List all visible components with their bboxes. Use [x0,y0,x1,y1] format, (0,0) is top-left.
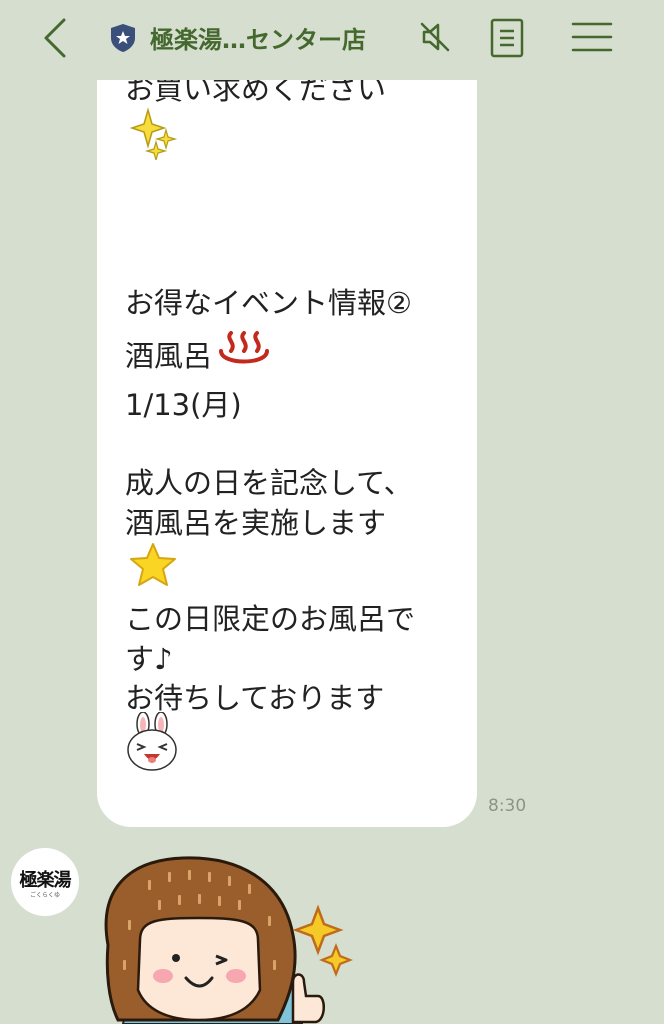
chat-header: 極楽湯…センター店 [0,0,664,80]
note-button[interactable] [489,18,525,58]
message-line: す♪ [125,642,173,676]
bunny-face-emoji [127,712,177,771]
message-line: この日限定のお風呂で [125,602,416,636]
back-icon [44,18,66,58]
message-bubble[interactable]: お買い求めください お得なイベント情報② 酒風呂 1/13(月) 成人の日を記念… [97,40,477,827]
star-emoji [130,543,176,586]
message-time: 8:30 [488,796,527,816]
chat-title[interactable]: 極楽湯…センター店 [150,20,366,55]
note-icon [490,18,524,58]
official-shield-icon [111,24,135,52]
menu-button[interactable] [571,20,613,54]
menu-icon [571,22,613,52]
mute-icon [420,22,450,52]
avatar-label: 極楽湯 [19,870,72,891]
girl-wink-thumbs-up-sticker[interactable] [88,850,368,1024]
message-line: お待ちしております [125,681,385,715]
message-line: 1/13(月) [125,388,242,422]
message-line: 成人の日を記念して、 [125,466,413,500]
message-line: お得なイベント情報② [125,286,412,320]
avatar-sublabel: ごくらくゆ [29,892,60,899]
message-line: 酒風呂 [125,339,213,373]
back-button[interactable] [38,14,78,62]
sparkles-emoji [130,107,178,160]
hot-springs-emoji [219,331,269,364]
message-line: 酒風呂を実施します [125,506,387,540]
mute-button[interactable] [418,20,452,54]
avatar[interactable]: 極楽湯 ごくらくゆ [11,848,79,916]
